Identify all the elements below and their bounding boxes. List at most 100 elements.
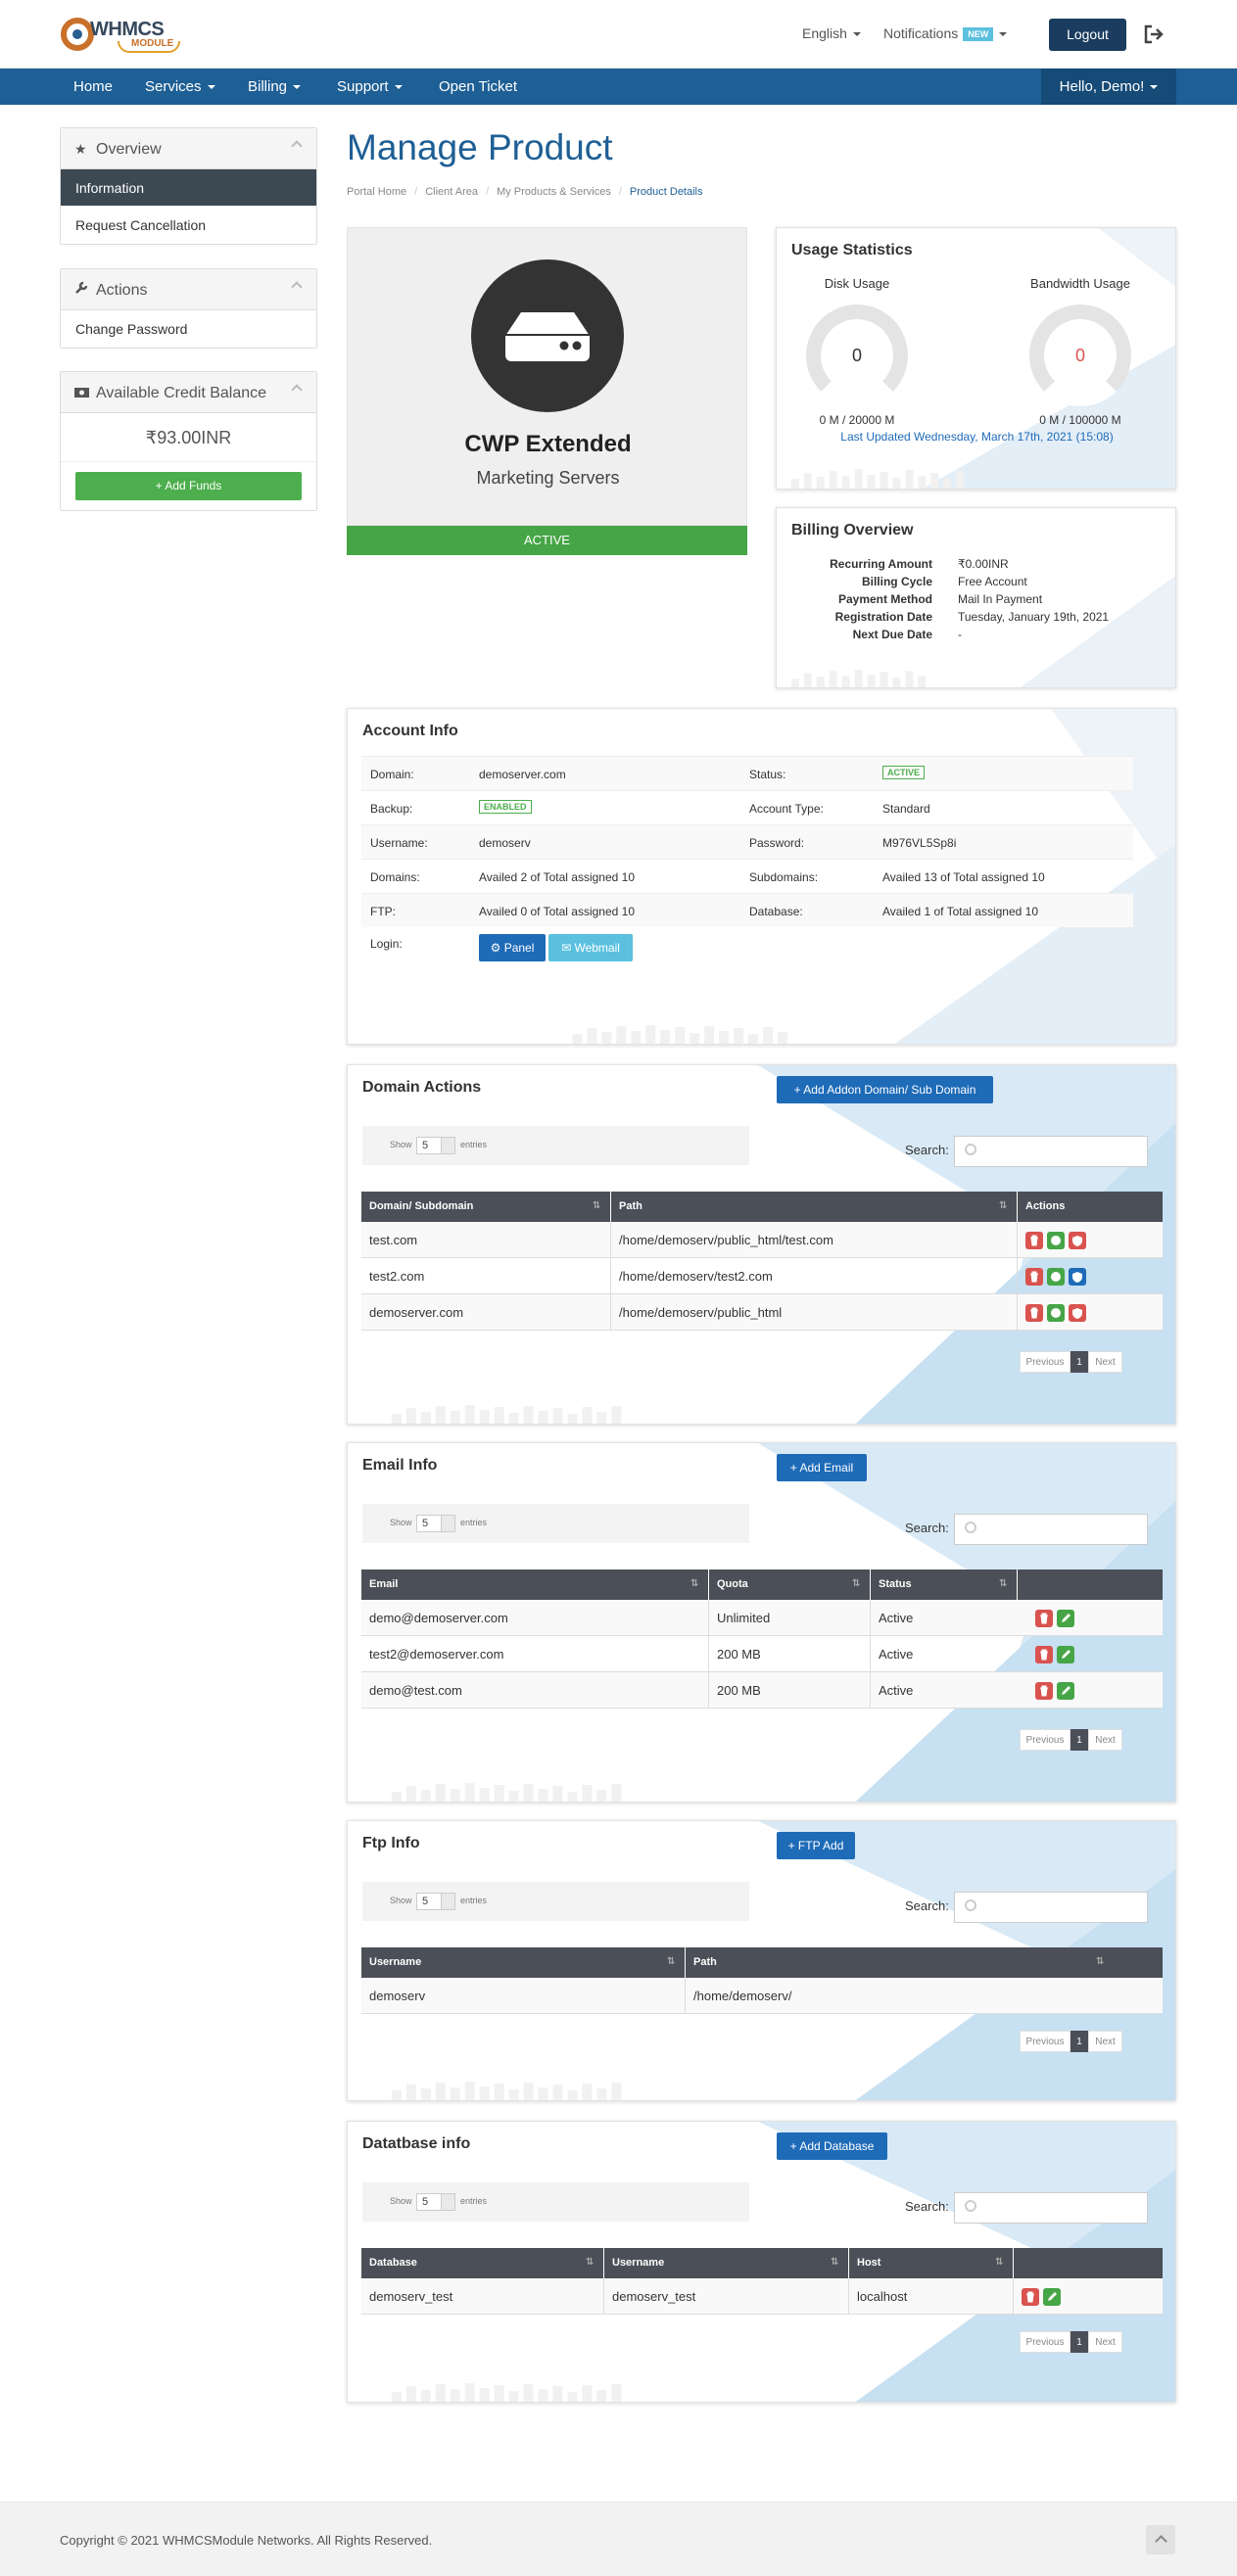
trash-icon[interactable] (1025, 1304, 1043, 1322)
globe-icon[interactable] (1047, 1232, 1065, 1249)
shield-icon[interactable] (1069, 1304, 1086, 1322)
pagination-next[interactable]: Next (1088, 1351, 1122, 1373)
pagination-previous[interactable]: Previous (1020, 1351, 1070, 1373)
pencil-icon[interactable] (1057, 1646, 1074, 1663)
table-row: test2@demoserver.com 200 MB Active (361, 1636, 1163, 1672)
nav-support[interactable]: Support (337, 69, 403, 105)
product-group: Marketing Servers (476, 468, 620, 488)
usage-last-updated: Last Updated Wednesday, March 17th, 2021… (840, 430, 1114, 444)
shield-icon[interactable] (1069, 1268, 1086, 1286)
logo[interactable]: WHMCS MODULE (61, 16, 182, 55)
add-funds-button[interactable]: + Add Funds (75, 472, 302, 500)
sidebar-overview-header[interactable]: ★ Overview (61, 128, 316, 169)
email-cell: demo@test.com (361, 1672, 709, 1709)
sidebar-credit-header[interactable]: Available Credit Balance (61, 372, 316, 413)
quota-cell: Unlimited (709, 1600, 871, 1636)
language-label: English (802, 25, 847, 41)
trash-icon[interactable] (1035, 1646, 1053, 1663)
sidebar-credit-title: Available Credit Balance (96, 385, 267, 401)
notifications-dropdown[interactable]: Notifications NEW (883, 25, 1008, 42)
search-input[interactable] (954, 1136, 1148, 1167)
trash-icon[interactable] (1022, 2288, 1039, 2306)
pagination-previous[interactable]: Previous (1020, 1729, 1070, 1751)
column-header[interactable]: Email ⇅ (361, 1569, 709, 1600)
chevron-up-icon[interactable] (1146, 2525, 1175, 2554)
nav-open-ticket-label: Open Ticket (439, 78, 518, 95)
domain-actions-title: Domain Actions (362, 1079, 482, 1096)
language-dropdown[interactable]: English (802, 25, 861, 41)
trash-icon[interactable] (1035, 1682, 1053, 1700)
pagination-page[interactable]: 1 (1070, 2031, 1088, 2052)
panel-login-button[interactable]: ⚙ Panel (479, 934, 546, 961)
search-input[interactable] (954, 1892, 1148, 1923)
login-label: Login: (370, 937, 403, 951)
column-header (1018, 1569, 1163, 1600)
nav-home[interactable]: Home (73, 69, 113, 105)
nav-billing[interactable]: Billing (248, 69, 302, 105)
pencil-icon[interactable] (1043, 2288, 1061, 2306)
sidebar-item-request-cancellation[interactable]: Request Cancellation (61, 207, 316, 244)
breadcrumb-products[interactable]: My Products & Services (497, 186, 611, 198)
column-header[interactable]: Username ⇅ (361, 1947, 686, 1978)
breadcrumb-portal-home[interactable]: Portal Home (347, 186, 406, 198)
pagination-next[interactable]: Next (1088, 1729, 1122, 1751)
footer: Copyright © 2021 WHMCSModule Networks. A… (0, 2502, 1237, 2576)
sign-out-icon[interactable] (1143, 24, 1165, 44)
pagination-previous[interactable]: Previous (1020, 2331, 1070, 2353)
add-email-button[interactable]: + Add Email (777, 1454, 867, 1481)
column-header[interactable]: Domain/ Subdomain ⇅ (361, 1192, 611, 1222)
column-header-label: Quota (717, 1578, 748, 1590)
globe-icon[interactable] (1047, 1268, 1065, 1286)
column-header[interactable]: Host ⇅ (849, 2248, 1014, 2278)
sidebar-item-change-password[interactable]: Change Password (61, 310, 316, 348)
column-header[interactable]: Path ⇅ (686, 1947, 1163, 1978)
column-header[interactable]: Path ⇅ (611, 1192, 1018, 1222)
sidebar-actions-panel: Actions Change Password (60, 268, 317, 349)
column-header[interactable]: Database ⇅ (361, 2248, 604, 2278)
shield-icon[interactable] (1069, 1232, 1086, 1249)
trash-icon[interactable] (1025, 1268, 1043, 1286)
trash-icon[interactable] (1025, 1232, 1043, 1249)
ftp-info-panel: Ftp Info + FTP Add Show 5 entries Search… (347, 1820, 1176, 2101)
logout-button[interactable]: Logout (1049, 19, 1126, 51)
trash-icon[interactable] (1035, 1610, 1053, 1627)
bandwidth-usage-value: 0 (1074, 346, 1085, 365)
add-database-button[interactable]: + Add Database (777, 2132, 887, 2160)
column-header[interactable]: Status ⇅ (871, 1569, 1018, 1600)
breadcrumb-client-area[interactable]: Client Area (425, 186, 478, 198)
ftp-add-button[interactable]: + FTP Add (777, 1832, 855, 1859)
account-value: Availed 2 of Total assigned 10 (479, 870, 636, 884)
nav-services[interactable]: Services (145, 69, 215, 105)
entries-select[interactable]: 5 (416, 1515, 455, 1532)
pagination-page[interactable]: 1 (1070, 2331, 1088, 2353)
account-key: Database: (749, 905, 803, 918)
add-addon-domain-button[interactable]: + Add Addon Domain/ Sub Domain (777, 1076, 993, 1103)
add-funds-label: Add Funds (165, 479, 222, 492)
entries-select[interactable]: 5 (416, 1137, 455, 1154)
status-badge-label: ACTIVE (882, 766, 926, 779)
column-header[interactable]: Quota ⇅ (709, 1569, 871, 1600)
column-header-label: Path (693, 1956, 717, 1968)
entries-select[interactable]: 5 (416, 1893, 455, 1910)
user-menu[interactable]: Hello, Demo! (1041, 69, 1176, 105)
webmail-login-button[interactable]: ✉ Webmail (548, 934, 633, 961)
pagination-page[interactable]: 1 (1070, 1351, 1088, 1373)
sidebar-item-information[interactable]: Information (61, 169, 316, 207)
entries-select[interactable]: 5 (416, 2193, 455, 2211)
add-addon-domain-label: Add Addon Domain/ Sub Domain (803, 1083, 976, 1097)
sidebar-actions-header[interactable]: Actions (61, 269, 316, 310)
pagination-next[interactable]: Next (1088, 2331, 1122, 2353)
search-input[interactable] (954, 2192, 1148, 2224)
search-input[interactable] (954, 1514, 1148, 1545)
nav-open-ticket[interactable]: Open Ticket (439, 69, 517, 105)
column-header[interactable]: Username ⇅ (604, 2248, 849, 2278)
pagination-previous[interactable]: Previous (1020, 2031, 1070, 2052)
pagination-page[interactable]: 1 (1070, 1729, 1088, 1751)
pencil-icon[interactable] (1057, 1682, 1074, 1700)
column-header-label: Username (369, 1956, 422, 1968)
usage-statistics-title: Usage Statistics (791, 242, 913, 258)
account-key: FTP: (370, 905, 396, 918)
pencil-icon[interactable] (1057, 1610, 1074, 1627)
pagination-next[interactable]: Next (1088, 2031, 1122, 2052)
globe-icon[interactable] (1047, 1304, 1065, 1322)
